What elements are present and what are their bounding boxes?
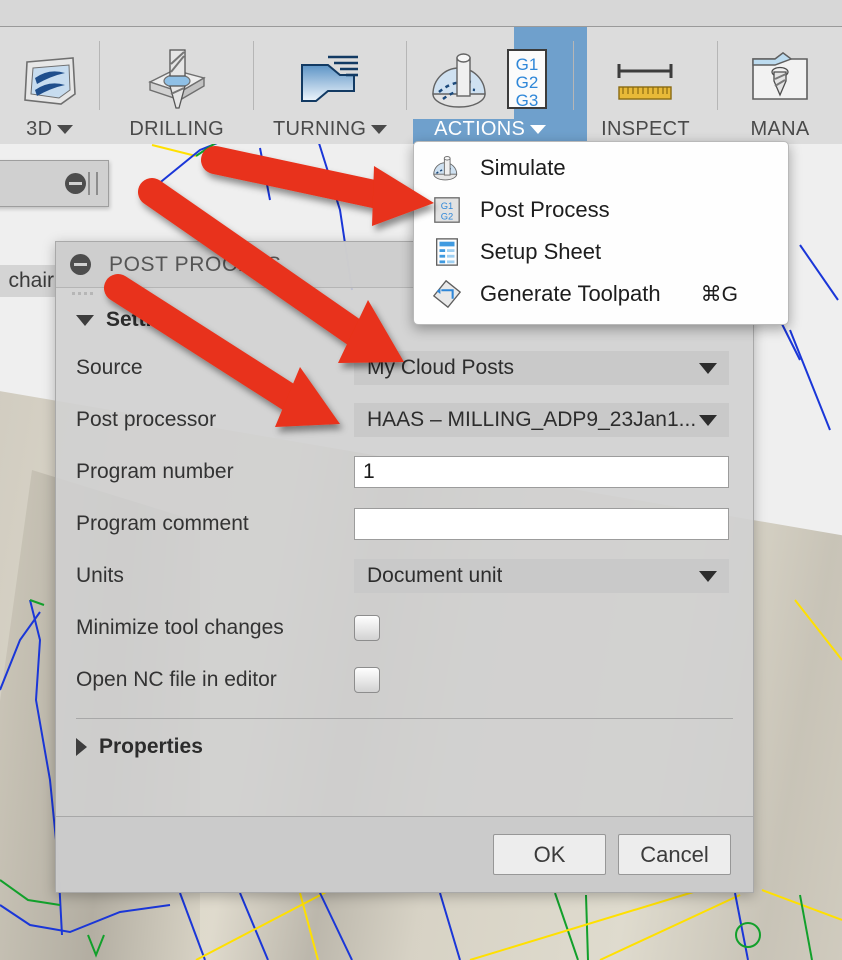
program-number-label: Program number: [76, 460, 234, 483]
program-comment-label: Program comment: [76, 512, 249, 535]
chevron-down-icon: [76, 314, 94, 326]
window-top-strip: [0, 0, 842, 27]
svg-text:G2: G2: [516, 73, 539, 92]
actions-icon: G1 G2 G3: [429, 40, 551, 118]
units-combobox[interactable]: Document unit: [354, 559, 729, 593]
tab-label-text: DRILLING: [129, 118, 224, 140]
drag-grip-handle[interactable]: [88, 172, 98, 195]
minimize-tool-changes-checkbox[interactable]: [354, 615, 380, 641]
tab-label-text: INSPECT: [601, 118, 690, 140]
browser-node-label: chair: [8, 269, 54, 292]
menu-item-label: Generate Toolpath: [480, 281, 661, 306]
tab-label-text: 3D: [26, 118, 53, 140]
units-value: Document unit: [367, 564, 503, 587]
field-row-units: Units Document unit: [56, 550, 753, 602]
properties-section-label: Properties: [99, 735, 203, 758]
chevron-right-icon: [76, 738, 87, 756]
minimize-tool-changes-label: Minimize tool changes: [76, 616, 284, 639]
svg-text:G1: G1: [516, 55, 539, 74]
manage-tool-icon: [745, 40, 815, 118]
ribbon-tab-turning[interactable]: TURNING: [254, 27, 406, 144]
menu-item-setup-sheet[interactable]: Setup Sheet: [414, 231, 788, 273]
chevron-down-icon: [699, 570, 717, 582]
ribbon-tab-actions[interactable]: G1 G2 G3 ACTIONS: [407, 27, 573, 144]
post-processor-combobox[interactable]: HAAS – MILLING_ADP9_23Jan1...: [354, 403, 729, 437]
chevron-down-icon: [530, 125, 547, 134]
g-code-icon: G1 G2: [430, 193, 464, 227]
field-row-program-comment: Program comment: [56, 498, 753, 550]
browser-node-chair[interactable]: chair: [0, 265, 56, 297]
field-row-open-nc-file: Open NC file in editor: [56, 654, 753, 706]
program-number-value: 1: [363, 460, 375, 483]
tab-label-text: TURNING: [273, 118, 367, 140]
dialog-body: Settings Source My Cloud Posts Post proc…: [56, 298, 753, 769]
grip-dot: [78, 291, 81, 295]
floating-mini-palette[interactable]: [0, 160, 109, 207]
grip-dot: [72, 291, 75, 295]
turning-icon: [294, 40, 366, 118]
menu-item-label: Setup Sheet: [480, 239, 602, 264]
menu-item-label: Post Process: [480, 197, 610, 222]
dialog-collapse-icon[interactable]: [70, 254, 91, 275]
collapse-icon[interactable]: [65, 173, 86, 194]
setup-sheet-icon: [430, 235, 464, 269]
simulate-icon: [430, 151, 464, 185]
3d-toolpath-icon: [15, 40, 85, 118]
drilling-icon: [140, 40, 214, 118]
source-combobox[interactable]: My Cloud Posts: [354, 351, 729, 385]
ribbon-tab-drilling[interactable]: DRILLING: [100, 27, 252, 144]
ribbon-tab-3d-label: 3D: [26, 118, 74, 144]
menu-item-post-process[interactable]: G1 G2 Post Process: [414, 189, 788, 231]
chevron-down-icon: [57, 125, 74, 134]
ribbon-tab-inspect[interactable]: INSPECT: [574, 27, 717, 144]
properties-section-header[interactable]: Properties: [56, 719, 753, 769]
grip-dot: [84, 291, 87, 295]
open-nc-file-label: Open NC file in editor: [76, 668, 277, 691]
generate-toolpath-icon: [430, 277, 464, 311]
svg-text:G3: G3: [516, 91, 539, 110]
open-nc-file-checkbox[interactable]: [354, 667, 380, 693]
program-number-input[interactable]: 1: [354, 456, 729, 488]
dialog-title: POST PROCESS: [109, 252, 282, 276]
ruler-icon: [605, 40, 685, 118]
ribbon-tab-drilling-label: DRILLING: [129, 118, 224, 144]
dialog-footer: OK Cancel: [56, 816, 753, 892]
field-row-source: Source My Cloud Posts: [56, 342, 753, 394]
field-row-program-number: Program number 1: [56, 446, 753, 498]
menu-item-generate-toolpath[interactable]: Generate Toolpath ⌘G: [414, 273, 788, 315]
chevron-down-icon: [699, 414, 717, 426]
program-comment-input[interactable]: [354, 508, 729, 540]
actions-dropdown-menu[interactable]: Simulate G1 G2 Post Process Setup Sheet …: [413, 141, 789, 325]
source-value: My Cloud Posts: [367, 356, 515, 379]
chevron-down-icon: [371, 125, 388, 134]
svg-text:G1: G1: [441, 201, 454, 211]
units-label: Units: [76, 564, 124, 587]
ok-button[interactable]: OK: [493, 834, 606, 875]
ribbon-tab-turning-label: TURNING: [273, 118, 388, 144]
ribbon-tab-manage[interactable]: MANA: [718, 27, 842, 144]
field-row-minimize-tool-changes: Minimize tool changes: [56, 602, 753, 654]
chevron-down-icon: [699, 362, 717, 374]
settings-section-label: Settings: [106, 308, 189, 331]
menu-item-label: Simulate: [480, 155, 566, 180]
post-process-dialog[interactable]: POST PROCESS Settings Source My Cloud Po…: [55, 241, 754, 893]
g-code-badge-icon: G1 G2 G3: [507, 49, 548, 110]
grip-dot: [90, 291, 93, 295]
svg-text:G2: G2: [441, 211, 454, 221]
menu-item-shortcut: ⌘G: [700, 282, 738, 306]
cancel-button[interactable]: Cancel: [618, 834, 731, 875]
post-processor-value: HAAS – MILLING_ADP9_23Jan1...: [367, 408, 697, 431]
post-processor-label: Post processor: [76, 408, 217, 431]
menu-item-simulate[interactable]: Simulate: [414, 147, 788, 189]
source-label: Source: [76, 356, 143, 379]
tab-label-text: ACTIONS: [434, 118, 526, 140]
field-row-post-processor: Post processor HAAS – MILLING_ADP9_23Jan…: [56, 394, 753, 446]
ribbon-tab-3d[interactable]: 3D: [0, 27, 99, 144]
cam-ribbon-toolbar[interactable]: 3D DRILLING TURNING G1 G2 G3 ACTIONS INS…: [0, 27, 842, 144]
tab-label-text: MANA: [750, 118, 810, 140]
